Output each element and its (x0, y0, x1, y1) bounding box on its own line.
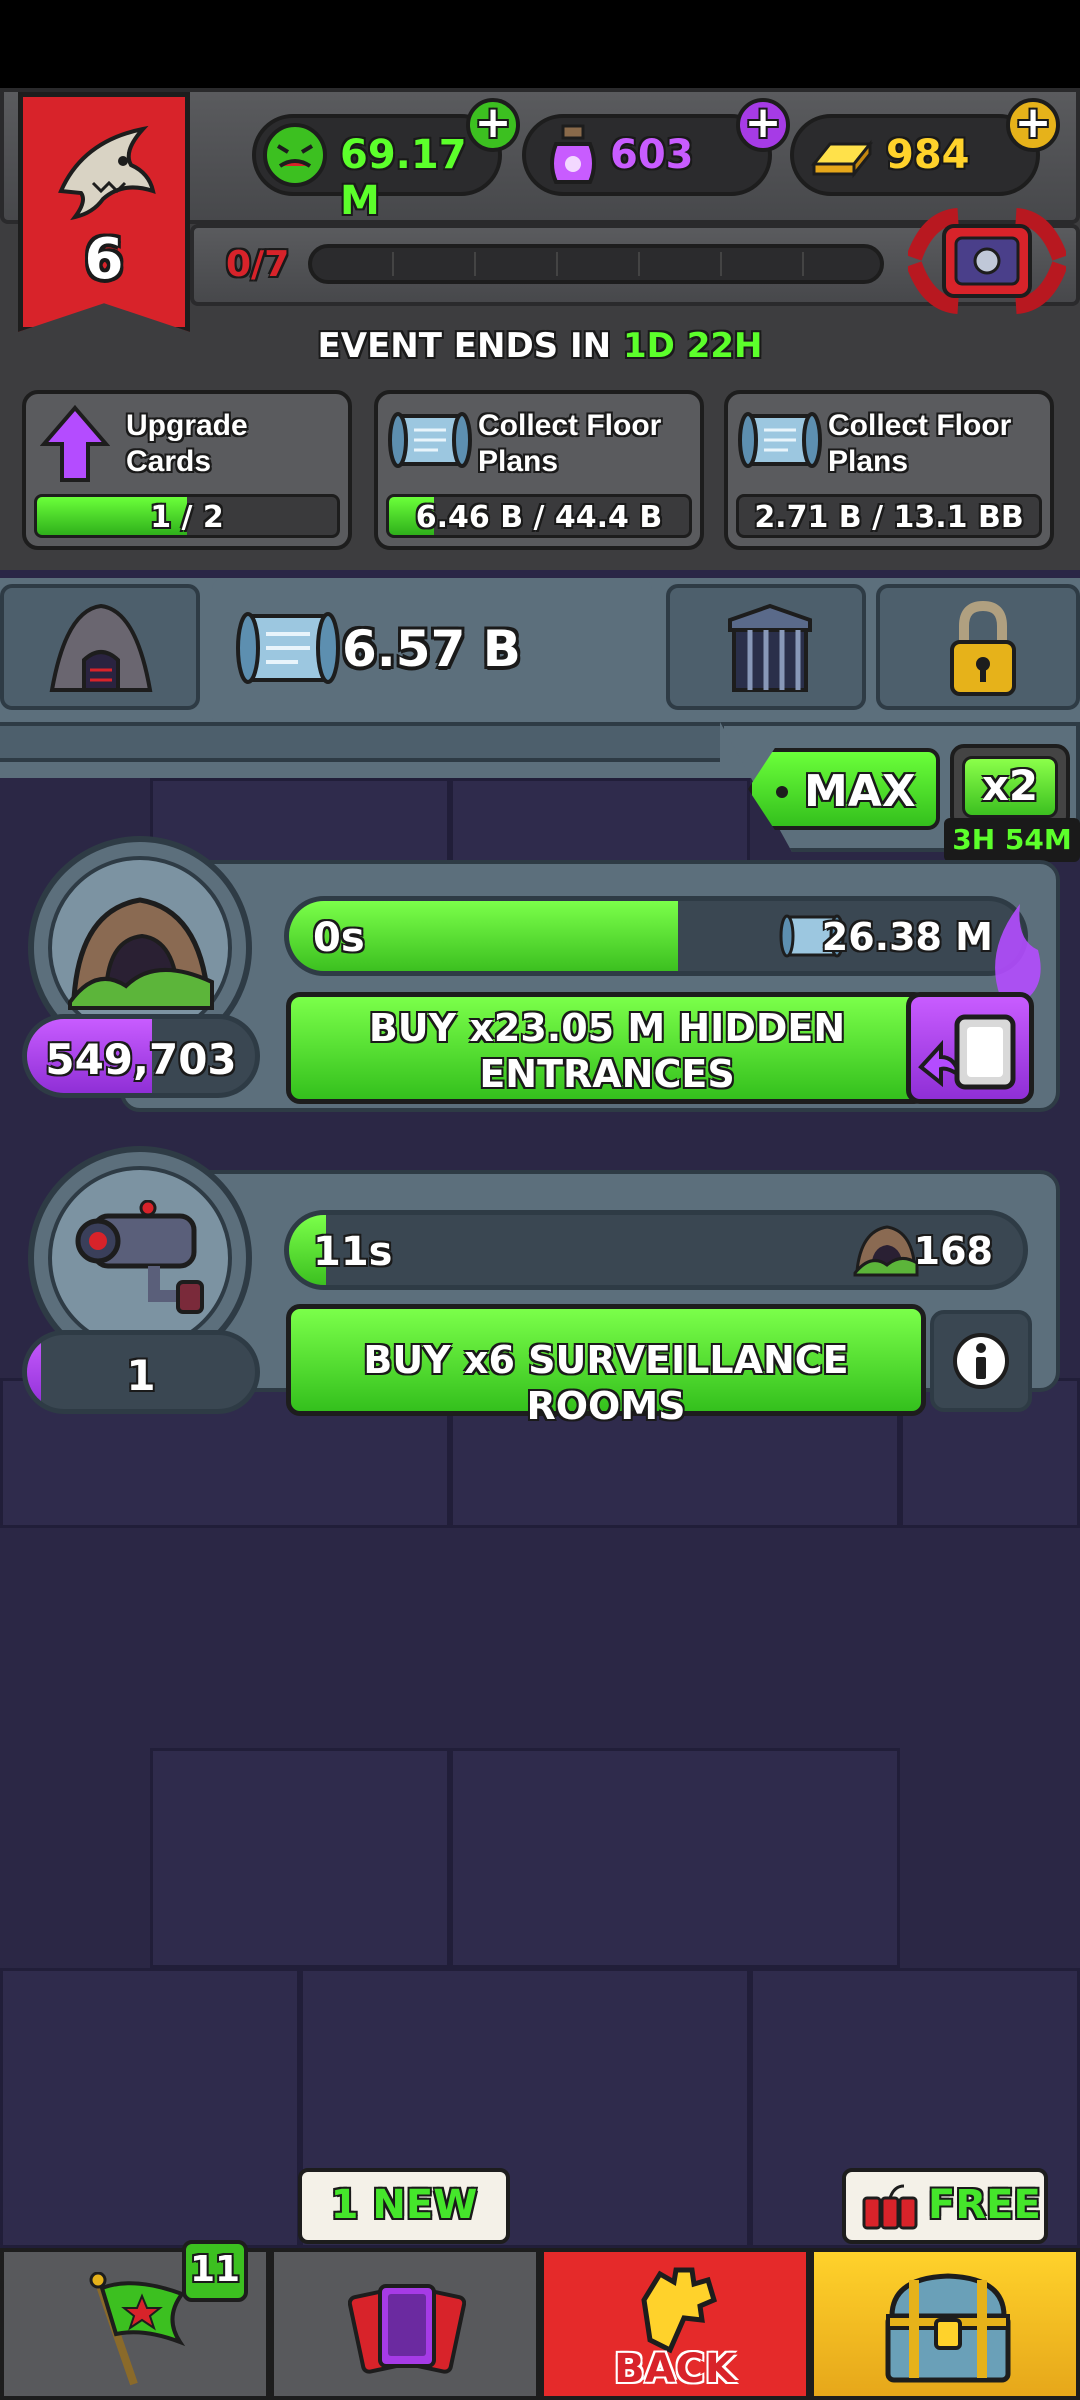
nav-cards[interactable] (270, 2248, 540, 2400)
owned-count: 549,703 (45, 1035, 237, 1084)
padlock-icon (950, 600, 1016, 696)
owned-count-pill: 549,703 (22, 1014, 260, 1098)
task-card-collect-floor-plans-2[interactable]: Collect Floor Plans 2.71 B / 13.1 BB (724, 390, 1054, 550)
floor-plans-value: 6.57 B (342, 620, 521, 678)
xp-progress-text: 0/7 (226, 244, 290, 285)
gold-value: 984 (886, 132, 970, 178)
x2-label: x2 (962, 756, 1058, 818)
new-cards-label: 1 NEW (330, 2182, 478, 2228)
upgrade-card-button[interactable] (906, 992, 1034, 1104)
production-timer: 0s (313, 915, 365, 961)
cash-pill[interactable]: 69.17 M (252, 114, 502, 224)
production-yield: 26.38 M (821, 915, 993, 959)
task-progress-text: 2.71 B / 13.1 BB (754, 500, 1024, 535)
potions-value: 603 (610, 132, 694, 178)
cave-entrance-icon (68, 897, 214, 1010)
production-timer-bar: 11s 168 (284, 1210, 1028, 1290)
treasure-chest-icon (885, 2273, 1011, 2383)
blueprint-icon (236, 612, 340, 684)
cards-icon (348, 2284, 466, 2374)
free-chest-label: FREE (928, 2182, 1041, 2228)
cave-entrance-icon (853, 1225, 919, 1277)
status-bar (0, 0, 1080, 88)
tab-ledge (0, 722, 720, 762)
reward-chest-icon[interactable] (906, 208, 1068, 314)
production-timer-bar: 0s 26.38 M (284, 896, 1028, 976)
up-arrow-icon (40, 404, 110, 482)
info-icon (953, 1333, 1009, 1389)
monster-coin-icon (263, 123, 327, 187)
owned-count: 1 (126, 1351, 156, 1400)
buy-label-line1: BUY x23.05 M HIDDEN (368, 1006, 846, 1050)
potions-pill[interactable]: 603 (522, 114, 772, 196)
blueprint-icon (388, 412, 472, 468)
task-title: Upgrade Cards (126, 409, 248, 478)
xp-progress-bar (308, 244, 884, 284)
free-chest-tooltip: FREE (842, 2168, 1048, 2244)
task-card-collect-floor-plans-1[interactable]: Collect Floor Plans 6.46 B / 44.4 B (374, 390, 704, 550)
nav-back[interactable]: BACK (540, 2248, 810, 2400)
buy-label-line2: ENTRANCES (479, 1052, 735, 1096)
production-yield: 168 (913, 1229, 993, 1273)
security-camera-icon (75, 1200, 204, 1314)
blueprint-icon (738, 412, 822, 468)
add-gold-button[interactable]: + (1006, 98, 1060, 152)
nav-chest[interactable] (810, 2248, 1080, 2400)
max-label: MAX (804, 766, 916, 817)
tab-dungeon[interactable] (0, 584, 200, 710)
task-title: Collect Floor Plans (478, 409, 662, 478)
new-cards-tooltip: 1 NEW (298, 2168, 510, 2244)
add-cash-button[interactable]: + (466, 98, 520, 152)
max-buy-button[interactable]: MAX (748, 748, 940, 830)
add-potions-button[interactable]: + (736, 98, 790, 152)
gold-bar-icon (810, 139, 874, 179)
task-progress-bar: 1 / 2 (34, 494, 340, 538)
dynamite-icon (862, 2184, 918, 2230)
gold-pill[interactable]: 984 (790, 114, 1040, 196)
buy-hidden-entrances-button[interactable]: BUY x23.05 M HIDDEN ENTRANCES (286, 992, 928, 1104)
task-progress-text: 6.46 B / 44.4 B (415, 500, 663, 535)
task-progress-bar: 6.46 B / 44.4 B (386, 494, 692, 538)
level-number: 6 (84, 227, 124, 292)
missions-badge: 11 (182, 2240, 248, 2302)
buy-surveillance-rooms-button[interactable]: BUY x6 SURVEILLANCE ROOMS (286, 1304, 926, 1428)
event-label-text: EVENT ENDS IN (317, 326, 623, 366)
cage-icon (728, 603, 812, 692)
buy-label: BUY x6 SURVEILLANCE ROOMS (363, 1338, 849, 1428)
back-label: BACK (614, 2346, 736, 2392)
task-title: Collect Floor Plans (828, 409, 1012, 478)
tab-floor-plans[interactable]: 6.57 B (212, 578, 652, 728)
production-timer: 11s (313, 1229, 393, 1275)
task-progress-bar: 2.71 B / 13.1 BB (736, 494, 1042, 538)
task-card-upgrade-cards[interactable]: Upgrade Cards 1 / 2 (22, 390, 352, 550)
level-banner[interactable]: 6 (18, 92, 190, 332)
event-days: 1D (622, 326, 675, 366)
event-hours: 22H (686, 326, 763, 366)
card-swap-icon (918, 1014, 1016, 1090)
owned-count-pill: 1 (22, 1330, 260, 1414)
flag-icon (89, 2272, 186, 2386)
missions-badge-count: 11 (189, 2249, 241, 2290)
task-progress-text: 1 / 2 (150, 500, 224, 535)
purple-flame-icon (995, 904, 1041, 996)
tab-locked[interactable] (876, 584, 1080, 710)
tab-prison[interactable] (666, 584, 866, 710)
potion-jar-icon (550, 124, 596, 184)
event-timer: EVENT ENDS IN 1D 22H (0, 326, 1080, 366)
info-button[interactable] (930, 1310, 1032, 1412)
shark-icon (58, 125, 156, 221)
dungeon-mound-icon (49, 603, 153, 692)
fist-icon (641, 2267, 718, 2354)
boost-timer: 3H 54M (944, 818, 1080, 862)
